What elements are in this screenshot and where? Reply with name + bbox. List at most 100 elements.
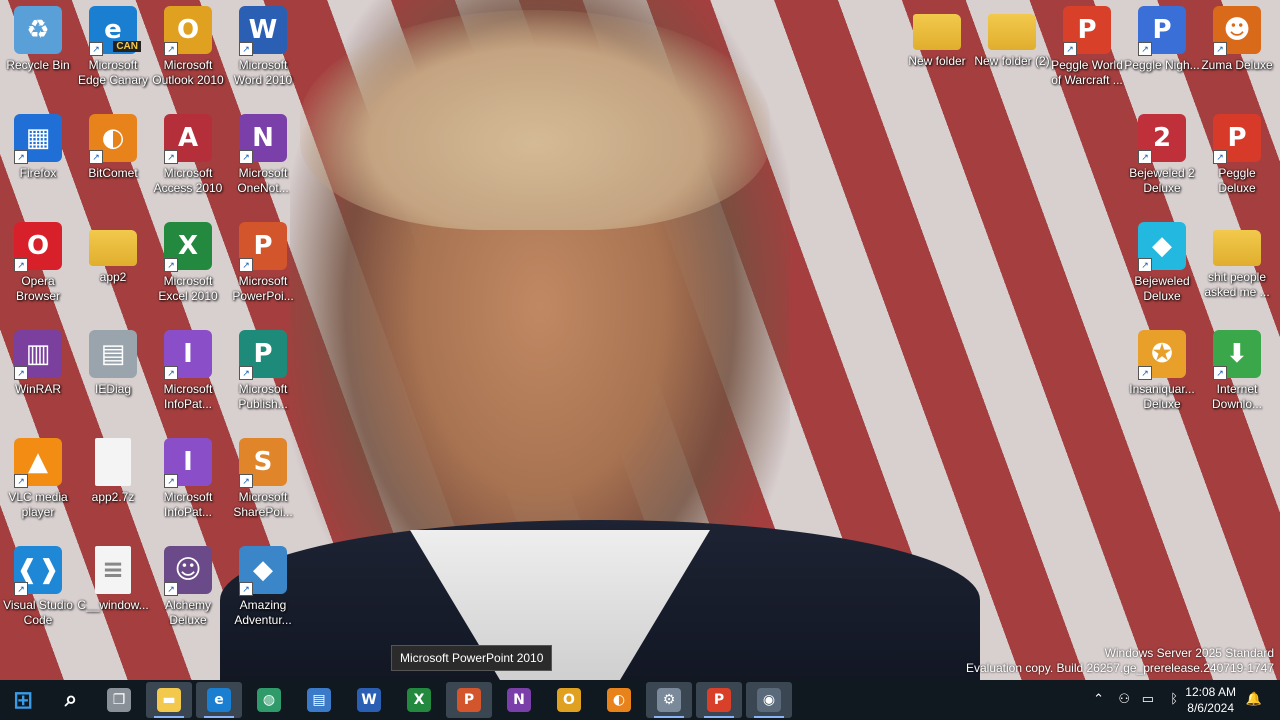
desktop-icon-folder[interactable]: New folder (2) (974, 6, 1050, 69)
desktop-icon-label: Microsoft InfoPat... (163, 490, 213, 519)
desktop-icon-folder[interactable]: shit people asked me ... (1199, 222, 1275, 300)
internet-explorer-button[interactable]: ◍ (246, 682, 292, 718)
word-button[interactable]: W (346, 682, 392, 718)
desktop-icon-folder[interactable]: New folder (899, 6, 975, 69)
bejeweled-icon: ◆ ↗ (1138, 222, 1186, 272)
desktop-icon-label: C__window... (77, 598, 149, 612)
outlook-button[interactable]: O (546, 682, 592, 718)
desktop-icon-peggle-deluxe[interactable]: P ↗ Peggle Deluxe (1199, 114, 1275, 196)
settings-icon: ◉ (757, 688, 781, 712)
shortcut-arrow-icon: ↗ (1213, 150, 1227, 164)
file-glyph (95, 438, 131, 486)
desktop-icon-label: IEDiag (94, 382, 132, 396)
taskbar-clock[interactable]: 12:08 AM 8/6/2024 (1185, 684, 1236, 716)
edge-canary-icon: e (207, 688, 231, 712)
onenote-icon: N ↗ (239, 114, 287, 164)
desktop-icon-excel[interactable]: X ↗ Microsoft Excel 2010 (150, 222, 226, 304)
desktop-icon-bejeweled[interactable]: ◆ ↗ Bejeweled Deluxe (1124, 222, 1200, 304)
desktop-icon-publisher[interactable]: P ↗ Microsoft Publish... (225, 330, 301, 412)
start-button[interactable]: ⊞ (0, 682, 46, 718)
desktop-icon-bejeweled2[interactable]: 2 ↗ Bejeweled 2 Deluxe (1124, 114, 1200, 196)
desktop-icon-alchemy[interactable]: ☺ ↗ Alchemy Deluxe (150, 546, 226, 628)
desktop-icon-sharepoint[interactable]: S ↗ Microsoft SharePoi... (225, 438, 301, 520)
desktop-icon-infopath[interactable]: I ↗ Microsoft InfoPat... (150, 438, 226, 520)
task-view-icon: ❐ (107, 688, 131, 712)
desktop-icon-insaniquarium[interactable]: ✪ ↗ Insaniquar... Deluxe (1124, 330, 1200, 412)
file-explorer-button[interactable]: ▬ (146, 682, 192, 718)
desktop-icon-internet-download-manager[interactable]: ⬇ ↗ Internet Downlo... (1199, 330, 1275, 412)
desktop-icon-outlook[interactable]: O ↗ Microsoft Outlook 2010 (150, 6, 226, 88)
network-button[interactable]: ▤ (296, 682, 342, 718)
edge-canary-button[interactable]: e (196, 682, 242, 718)
settings-button[interactable]: ◉ (746, 682, 792, 718)
outlook-icon: O ↗ (164, 6, 212, 56)
tray-network-icon[interactable]: ⚇ (1118, 691, 1130, 707)
desktop-icon-bitcomet[interactable]: ◐ ↗ BitComet (75, 114, 151, 181)
canary-badge: CAN (113, 41, 141, 52)
desktop-icon-edge-canary[interactable]: e CAN ↗ Microsoft Edge Canary (75, 6, 151, 88)
vscode-icon: ❰❱ ↗ (14, 546, 62, 596)
desktop-icon-label: Amazing Adventur... (234, 598, 292, 627)
network-icon: ▤ (307, 688, 331, 712)
shortcut-arrow-icon: ↗ (1063, 42, 1077, 56)
search-button[interactable]: ⌕ (48, 682, 94, 718)
shortcut-arrow-icon: ↗ (89, 42, 103, 56)
desktop-icon-vlc[interactable]: ▲ ↗ VLC media player (0, 438, 76, 520)
outlook-icon: O (557, 688, 581, 712)
onenote-button[interactable]: N (496, 682, 542, 718)
shortcut-arrow-icon: ↗ (239, 42, 253, 56)
shortcut-arrow-icon: ↗ (164, 582, 178, 596)
word-icon: W ↗ (239, 6, 287, 56)
desktop-icon-peggle-wow[interactable]: P ↗ Peggle World of Warcraft ... (1049, 6, 1125, 88)
shortcut-arrow-icon: ↗ (89, 150, 103, 164)
desktop-icon-label: Microsoft Edge Canary (77, 58, 149, 87)
clock-time: 12:08 AM (1185, 685, 1236, 699)
desktop-icon-label: Opera Browser (15, 274, 60, 303)
desktop-icon-firefox[interactable]: ▦ ↗ Firefox (0, 114, 76, 181)
tray-display-icon[interactable]: ▭ (1142, 691, 1154, 707)
desktop-icon-zuma[interactable]: ☻ ↗ Zuma Deluxe (1199, 6, 1275, 73)
notification-bell-icon[interactable]: 🔔 (1246, 691, 1262, 707)
desktop-icon-access[interactable]: A ↗ Microsoft Access 2010 (150, 114, 226, 196)
zuma-icon: ☻ ↗ (1213, 6, 1261, 56)
desktop-icon-onenote[interactable]: N ↗ Microsoft OneNot... (225, 114, 301, 196)
desktop-icon-label: Alchemy Deluxe (164, 598, 211, 627)
peggle-button[interactable]: P (696, 682, 742, 718)
desktop-icon-label: Microsoft Outlook 2010 (152, 58, 224, 87)
desktop-icon-label: app2.7z (91, 490, 135, 504)
folder-icon (913, 14, 961, 50)
desktop-icon-iediag[interactable]: ▤ IEDiag (75, 330, 151, 397)
powerpoint-icon: P (457, 688, 481, 712)
control-panel-button[interactable]: ⚙ (646, 682, 692, 718)
desktop-icon-folder[interactable]: app2 (75, 222, 151, 285)
tray-bluetooth-icon[interactable]: ᛒ (1170, 691, 1178, 706)
publisher-icon: P ↗ (239, 330, 287, 380)
desktop-icon-label: BitComet (88, 166, 138, 180)
desktop-icon-winrar[interactable]: ▥ ↗ WinRAR (0, 330, 76, 397)
desktop-icon-text-file[interactable]: ≡ C__window... (75, 546, 151, 613)
desktop-icon-file[interactable]: app2.7z (75, 438, 151, 505)
shortcut-arrow-icon: ↗ (1138, 366, 1152, 380)
task-view-button[interactable]: ❐ (96, 682, 142, 718)
bitcomet-button[interactable]: ◐ (596, 682, 642, 718)
desktop-icon-infopath[interactable]: I ↗ Microsoft InfoPat... (150, 330, 226, 412)
desktop-icon-vscode[interactable]: ❰❱ ↗ Visual Studio Code (0, 546, 76, 628)
powerpoint-button[interactable]: P (446, 682, 492, 718)
tray-overflow-icon[interactable]: ⌃ (1093, 691, 1104, 707)
iediag-glyph: ▤ (100, 339, 126, 369)
bejeweled2-icon: 2 ↗ (1138, 114, 1186, 164)
desktop-icon-recycle-bin[interactable]: ♻ Recycle Bin (0, 6, 76, 73)
winrar-icon: ▥ ↗ (14, 330, 62, 380)
desktop-icon-label: Firefox (19, 166, 57, 180)
desktop-icon-peggle-nights[interactable]: P ↗ Peggle Nigh... (1124, 6, 1200, 73)
desktop-icon-label: Peggle World of Warcraft ... (1051, 58, 1123, 87)
edge-canary-icon: e CAN ↗ (89, 6, 141, 56)
desktop-icon-word[interactable]: W ↗ Microsoft Word 2010 (225, 6, 301, 88)
desktop-icon-powerpoint[interactable]: P ↗ Microsoft PowerPoi... (225, 222, 301, 304)
desktop-icon-amazing-adventures[interactable]: ◆ ↗ Amazing Adventur... (225, 546, 301, 628)
desktop-icon-opera[interactable]: O ↗ Opera Browser (0, 222, 76, 304)
excel-icon: X ↗ (164, 222, 212, 272)
excel-button[interactable]: X (396, 682, 442, 718)
shortcut-arrow-icon: ↗ (1138, 258, 1152, 272)
desktop-icon-label: Peggle Nigh... (1124, 58, 1200, 72)
